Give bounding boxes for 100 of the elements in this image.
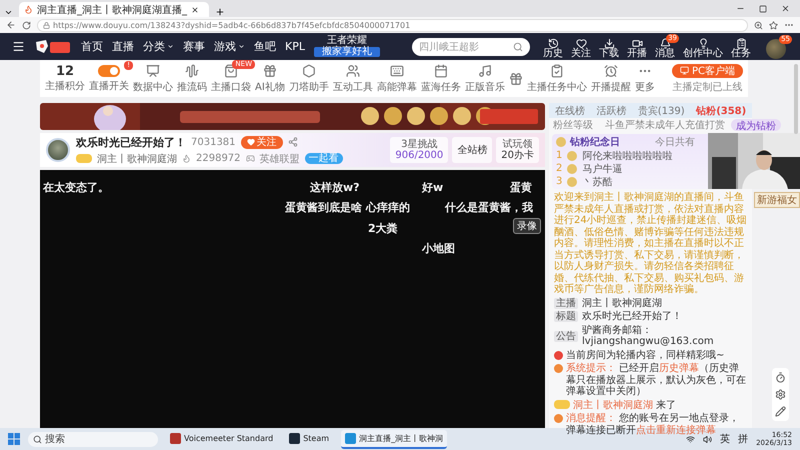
chat-message: 当前房间为轮播内容，同样精彩哦~ bbox=[566, 350, 724, 361]
nav-link[interactable]: KPL bbox=[285, 40, 305, 53]
alarm-clock-icon bbox=[604, 64, 618, 78]
tool-button[interactable]: 主播任务中心 bbox=[526, 64, 587, 94]
danmaku-text: 什么是蛋黄酱，我 bbox=[445, 200, 533, 215]
tool-button[interactable]: 高能弹幕 bbox=[376, 64, 417, 94]
nav-action[interactable]: 下载 bbox=[595, 34, 623, 59]
tab-list-icon[interactable] bbox=[4, 8, 13, 17]
reload-icon[interactable] bbox=[22, 20, 31, 30]
edit-icon[interactable] bbox=[775, 406, 786, 417]
ime-indicator[interactable]: 拼 bbox=[738, 432, 748, 446]
taskbar-app[interactable]: Voicemeeter Standard bbox=[166, 430, 278, 448]
keyboard-icon bbox=[390, 64, 404, 78]
category-link[interactable]: 英雄联盟 bbox=[260, 152, 300, 166]
danmaku-text: 这样放w? bbox=[310, 180, 360, 195]
heart-icon bbox=[246, 138, 255, 146]
rank-button[interactable]: 全站榜 bbox=[452, 137, 492, 163]
nav-action[interactable]: 任务 bbox=[727, 34, 755, 59]
search-icon[interactable] bbox=[513, 42, 523, 52]
nav-action[interactable]: 历史 bbox=[539, 34, 567, 59]
promo-title[interactable]: 王者荣耀 bbox=[326, 36, 367, 46]
tool-button[interactable]: 互动工具 bbox=[332, 64, 373, 94]
taskbar-app[interactable]: 洞主直播_洞主丨歌神洞 bbox=[341, 430, 448, 448]
nav-link[interactable]: 赛事 bbox=[183, 39, 205, 54]
users-icon bbox=[346, 64, 360, 78]
volume-icon[interactable] bbox=[703, 434, 712, 444]
nav-action[interactable]: 创作中心 bbox=[679, 34, 727, 59]
nav-link[interactable]: 首页 bbox=[81, 39, 103, 54]
promo-label[interactable]: 新游福女 bbox=[754, 192, 800, 208]
zoom-icon[interactable] bbox=[754, 20, 763, 30]
presentation-icon bbox=[146, 64, 160, 78]
scrollbar[interactable] bbox=[794, 64, 798, 134]
tool-button[interactable]: 正版音乐 bbox=[464, 64, 505, 94]
wifi-icon[interactable] bbox=[686, 434, 696, 444]
tool-button[interactable]: AI礼物 bbox=[255, 64, 285, 94]
trial-card[interactable]: 试玩领 20办卡 bbox=[496, 137, 539, 163]
taskbar-app[interactable]: Steam bbox=[285, 430, 334, 448]
lock-icon bbox=[43, 22, 50, 28]
nav-link[interactable]: 分类 bbox=[143, 39, 174, 54]
nav-action[interactable]: 关注 bbox=[567, 34, 595, 59]
browser-tab[interactable]: 洞主直播_洞主丨歌神洞庭湖直播_ bbox=[19, 2, 209, 17]
back-icon[interactable] bbox=[6, 20, 16, 30]
ime-indicator[interactable]: 英 bbox=[720, 432, 730, 446]
share-icon[interactable] bbox=[288, 137, 298, 147]
gift-icon bbox=[262, 64, 277, 78]
record-button[interactable]: 录像 bbox=[513, 218, 541, 234]
tool-button[interactable]: 推流码 bbox=[177, 64, 207, 94]
tool-button[interactable]: 蓝海任务 bbox=[420, 64, 461, 94]
lightbulb-icon bbox=[698, 38, 708, 49]
streamer-name[interactable]: 洞主丨歌神洞庭湖 bbox=[97, 152, 177, 166]
video-icon bbox=[632, 38, 642, 49]
hexagon-icon bbox=[302, 64, 316, 78]
logo-icon[interactable] bbox=[34, 38, 72, 56]
menu-icon[interactable] bbox=[12, 40, 25, 53]
info-text: 驴酱商务邮箱：lvjiangshangwu@163.com bbox=[582, 324, 715, 348]
client-note: 主播定制已上线 bbox=[672, 80, 742, 94]
timer-icon[interactable] bbox=[775, 372, 786, 383]
download-icon bbox=[604, 38, 614, 49]
caret-icon bbox=[167, 43, 174, 50]
close-icon[interactable] bbox=[781, 4, 790, 13]
nav-link[interactable]: 游戏 bbox=[214, 39, 245, 54]
nav-action[interactable]: 开播 bbox=[623, 34, 651, 59]
rank-tab[interactable]: 贵宾(139) bbox=[638, 104, 685, 118]
nav-link[interactable]: 直播 bbox=[112, 39, 134, 54]
fan-name[interactable]: 马户牛逼 bbox=[582, 162, 622, 176]
info-tag: 公告 bbox=[554, 330, 578, 342]
caret-icon bbox=[238, 43, 245, 50]
settings-icon[interactable] bbox=[775, 389, 786, 400]
nav-link[interactable]: 鱼吧 bbox=[254, 39, 276, 54]
clipboard-check-icon bbox=[550, 64, 564, 78]
tool-button[interactable]: 更多 bbox=[634, 64, 655, 94]
new-tab-icon[interactable] bbox=[215, 7, 225, 17]
promo-badge[interactable]: 搬家享好礼 bbox=[314, 47, 380, 57]
fan-level-label: 粉丝等级 bbox=[553, 118, 593, 132]
fan-name[interactable]: 丶苏酷 bbox=[582, 174, 612, 188]
video-player[interactable]: 在太变态了。 这样放w? 好w 蛋黄 蛋黄酱到底是啥 心痒痒的 什么是蛋黄酱，我 2大粪 小地图 录像 bbox=[40, 170, 545, 428]
fan-name[interactable]: 阿伦来啦啦啦啦啦啦 bbox=[582, 148, 672, 162]
rank-tab[interactable]: 活跃榜 bbox=[596, 104, 626, 118]
star-icon[interactable] bbox=[769, 20, 778, 30]
maximize-icon[interactable] bbox=[759, 4, 767, 12]
clipboard-icon bbox=[736, 38, 746, 49]
gift-icon[interactable] bbox=[508, 72, 523, 86]
tool-button[interactable]: 数据中心 bbox=[133, 64, 173, 94]
rank-number: 3 bbox=[556, 176, 562, 187]
info-text: 欢乐时光已经开始了！ bbox=[582, 311, 682, 322]
danmaku-text: 蛋黄酱到底是啥 心痒痒的 bbox=[285, 200, 410, 215]
close-icon[interactable] bbox=[191, 6, 199, 14]
challenge-card[interactable]: 3星挑战 906/2000 bbox=[390, 137, 448, 163]
streamer-avatar[interactable] bbox=[46, 138, 70, 162]
bell-icon bbox=[660, 38, 670, 49]
taskbar-search[interactable]: 搜索 bbox=[28, 432, 158, 446]
tool-button[interactable]: 刀塔助手 bbox=[288, 64, 329, 94]
start-icon[interactable] bbox=[8, 433, 20, 445]
address-field[interactable]: https://www.douyu.com/138243?dyshid=5adb4c-66b6d837b7f45efcbfdc8504000071701 bbox=[37, 18, 748, 32]
info-tag: 标题 bbox=[554, 311, 578, 322]
danmaku-text: 小地图 bbox=[422, 241, 455, 256]
tool-button[interactable]: 开播提醒 bbox=[590, 64, 631, 94]
calendar-icon bbox=[434, 64, 448, 78]
rank-tab[interactable]: 在线榜 bbox=[554, 104, 585, 118]
join-button[interactable]: 成为钻粉 bbox=[731, 119, 781, 131]
